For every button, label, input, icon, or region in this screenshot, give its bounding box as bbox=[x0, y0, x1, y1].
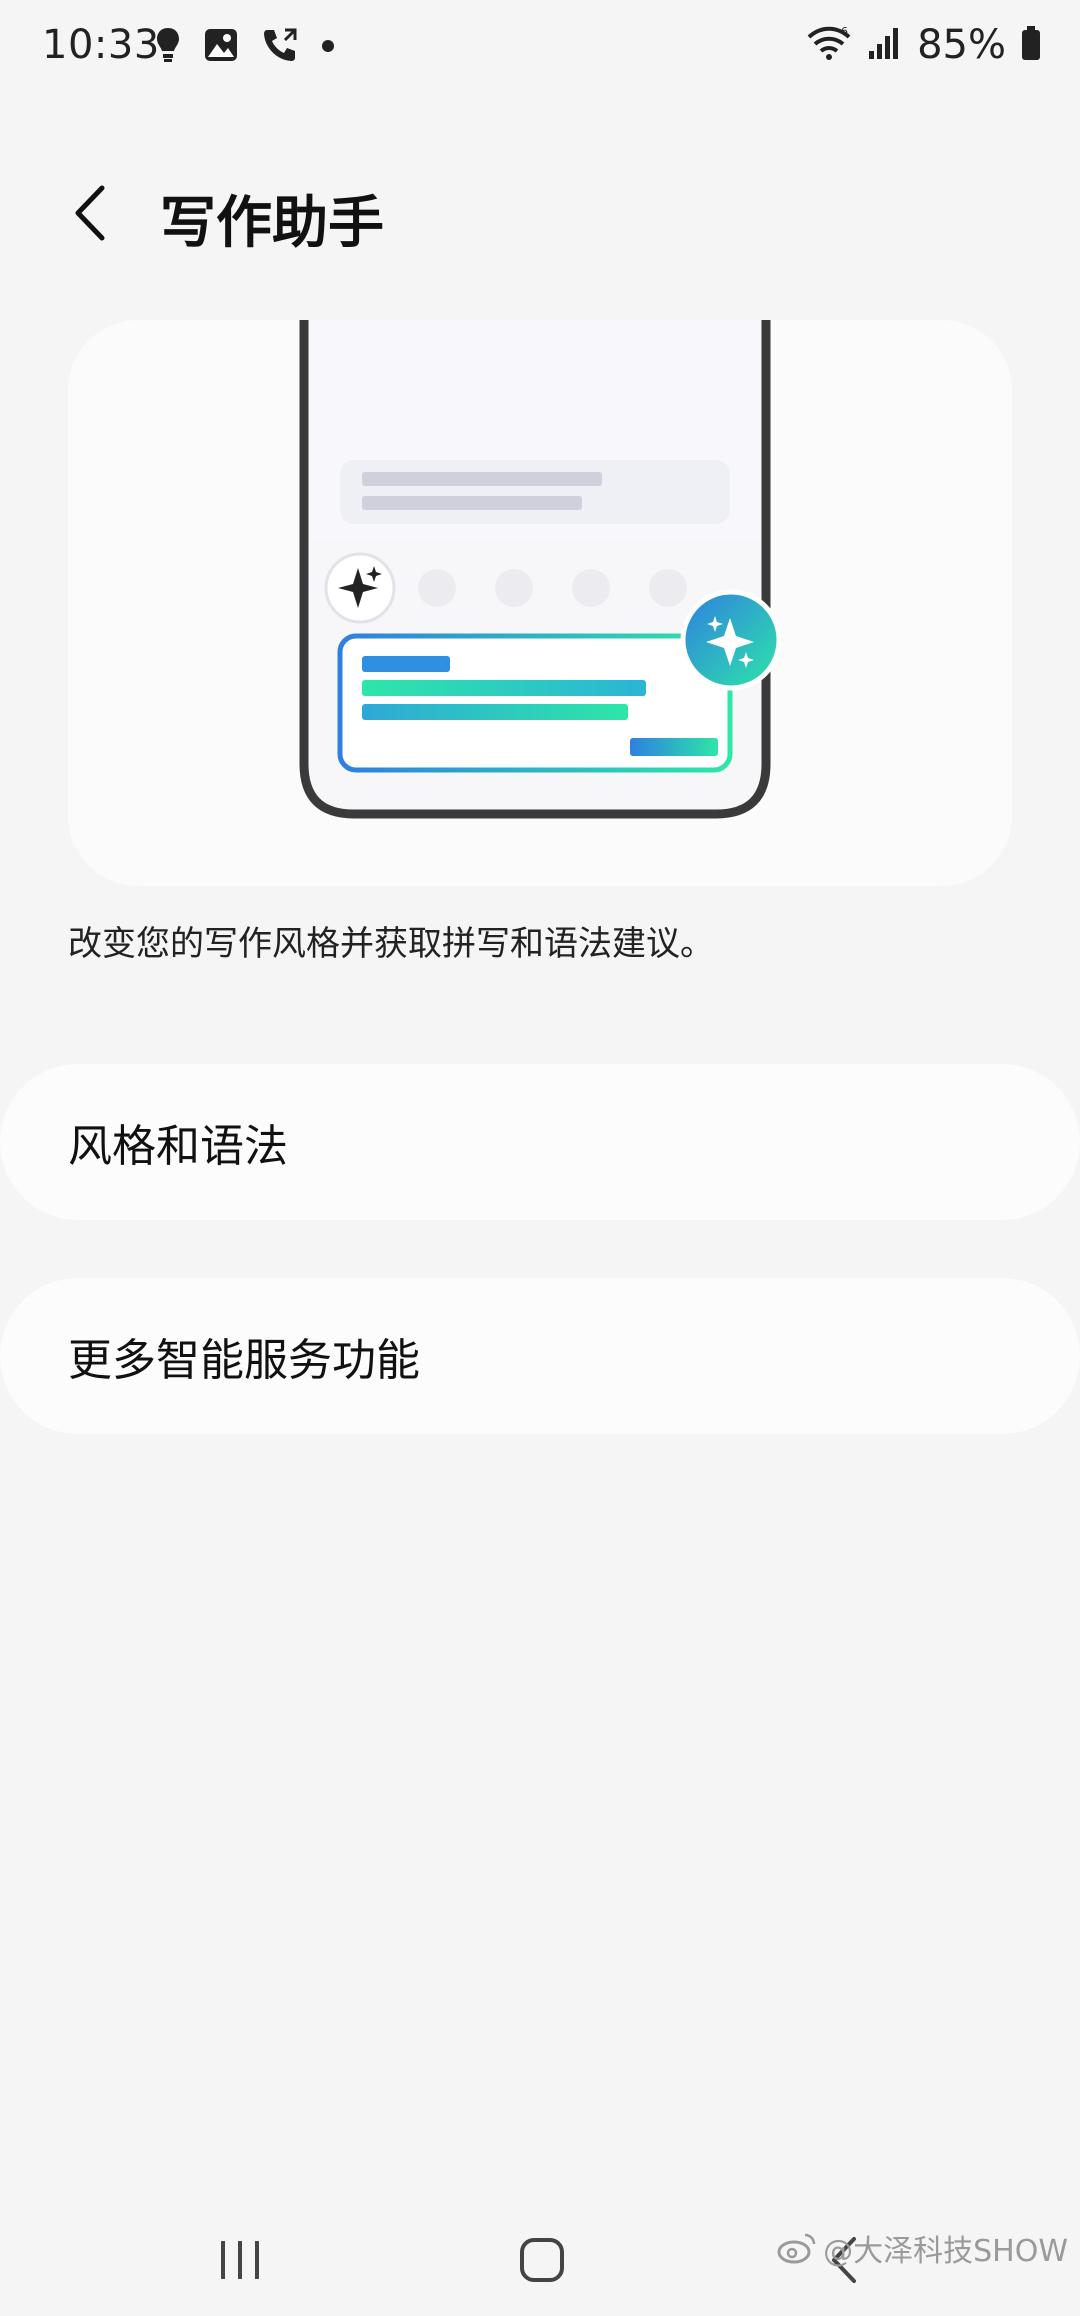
watermark: @大泽科技SHOW bbox=[777, 2226, 1068, 2270]
app-header: 写作助手 bbox=[0, 160, 1080, 270]
menu-item-label: 风格和语法 bbox=[68, 1121, 288, 1172]
status-bar: 10:33 6 85% bbox=[0, 0, 1080, 96]
system-icons: 6 85% bbox=[805, 22, 1042, 68]
wifi-icon: 6 bbox=[805, 23, 853, 67]
bulb-icon bbox=[155, 26, 181, 68]
signal-icon bbox=[867, 25, 903, 65]
recent-apps-icon bbox=[221, 2241, 259, 2279]
menu-item-label: 更多智能服务功能 bbox=[68, 1335, 420, 1386]
home-button[interactable] bbox=[482, 2220, 602, 2300]
back-button[interactable] bbox=[50, 168, 130, 258]
illustration-card bbox=[68, 320, 1012, 886]
battery-icon bbox=[1020, 25, 1042, 65]
style-and-grammar-item[interactable]: 风格和语法 bbox=[0, 1064, 1080, 1220]
gallery-icon bbox=[203, 27, 239, 67]
chevron-left-icon bbox=[75, 185, 105, 241]
more-intelligence-services-item[interactable]: 更多智能服务功能 bbox=[0, 1278, 1080, 1434]
weibo-icon bbox=[777, 2233, 816, 2264]
status-time: 10:33 bbox=[42, 22, 160, 68]
notification-icons bbox=[155, 26, 335, 68]
battery-percent: 85% bbox=[917, 22, 1006, 68]
writing-assistant-illustration bbox=[299, 320, 782, 819]
home-icon bbox=[520, 2238, 564, 2282]
page-title: 写作助手 bbox=[160, 191, 384, 256]
phone-call-icon bbox=[261, 26, 299, 68]
watermark-text: @大泽科技SHOW bbox=[823, 2234, 1068, 2269]
feature-description: 改变您的写作风格并获取拼写和语法建议。 bbox=[68, 924, 714, 964]
dot-icon bbox=[321, 38, 335, 57]
svg-text:6: 6 bbox=[841, 25, 848, 38]
recent-apps-button[interactable] bbox=[180, 2220, 300, 2300]
